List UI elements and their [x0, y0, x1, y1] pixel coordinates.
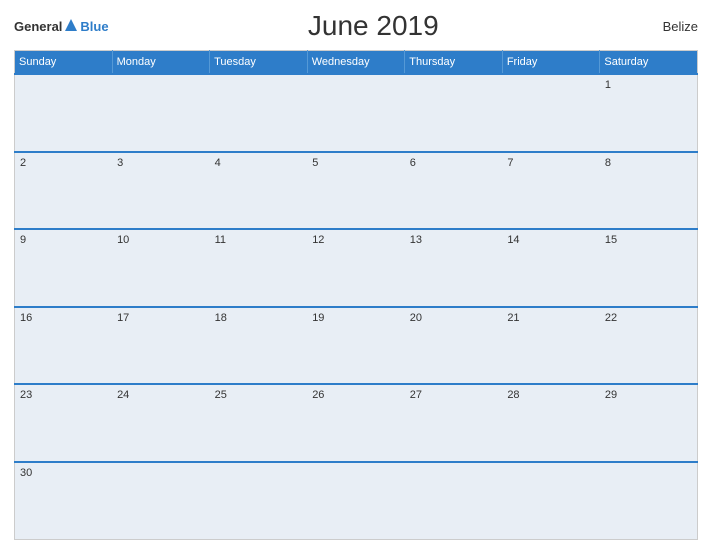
day-number: 10 — [117, 234, 129, 246]
calendar-cell: 4 — [210, 152, 308, 230]
calendar-cell — [112, 74, 210, 152]
calendar-cell: 6 — [405, 152, 503, 230]
day-number: 27 — [410, 389, 422, 401]
calendar-cell: 27 — [405, 384, 503, 462]
calendar-cell — [405, 74, 503, 152]
day-number: 11 — [215, 234, 226, 246]
calendar-cell: 5 — [307, 152, 405, 230]
calendar-cell: 8 — [600, 152, 698, 230]
calendar-cell — [112, 462, 210, 540]
calendar-cell — [502, 462, 600, 540]
calendar-cell: 29 — [600, 384, 698, 462]
calendar-cell: 15 — [600, 229, 698, 307]
calendar-cell: 12 — [307, 229, 405, 307]
day-number: 8 — [605, 157, 611, 169]
calendar-cell — [600, 462, 698, 540]
calendar-cell: 19 — [307, 307, 405, 385]
calendar-row: 30 — [15, 462, 698, 540]
day-number: 23 — [20, 389, 32, 401]
day-number: 1 — [605, 79, 611, 91]
calendar-cell — [502, 74, 600, 152]
col-friday: Friday — [502, 51, 600, 75]
day-number: 28 — [507, 389, 519, 401]
col-saturday: Saturday — [600, 51, 698, 75]
col-tuesday: Tuesday — [210, 51, 308, 75]
day-number: 25 — [215, 389, 227, 401]
calendar-cell: 22 — [600, 307, 698, 385]
day-number: 6 — [410, 157, 416, 169]
logo-general-text: General — [14, 20, 62, 33]
calendar-row: 9 10 11 12 13 14 15 — [15, 229, 698, 307]
calendar-cell: 24 — [112, 384, 210, 462]
calendar-cell — [210, 74, 308, 152]
calendar-cell: 11 — [210, 229, 308, 307]
day-number: 15 — [605, 234, 617, 246]
day-number: 14 — [507, 234, 519, 246]
day-number: 22 — [605, 312, 617, 324]
calendar-row: 16 17 18 19 20 21 22 — [15, 307, 698, 385]
calendar-row: 1 — [15, 74, 698, 152]
calendar-cell: 28 — [502, 384, 600, 462]
calendar-cell: 20 — [405, 307, 503, 385]
calendar-title: June 2019 — [109, 10, 638, 42]
day-number: 30 — [20, 467, 32, 479]
calendar-cell: 25 — [210, 384, 308, 462]
header: General Blue June 2019 Belize — [14, 10, 698, 42]
calendar-cell: 30 — [15, 462, 113, 540]
day-number: 17 — [117, 312, 129, 324]
calendar-cell: 1 — [600, 74, 698, 152]
logo-blue-text: Blue — [80, 20, 108, 33]
calendar-cell: 18 — [210, 307, 308, 385]
calendar-cell — [15, 74, 113, 152]
calendar-cell: 3 — [112, 152, 210, 230]
day-number: 2 — [20, 157, 26, 169]
day-number: 13 — [410, 234, 422, 246]
calendar-cell: 16 — [15, 307, 113, 385]
calendar-cell: 13 — [405, 229, 503, 307]
calendar-cell: 7 — [502, 152, 600, 230]
calendar-cell — [210, 462, 308, 540]
day-number: 5 — [312, 157, 318, 169]
calendar-cell: 9 — [15, 229, 113, 307]
calendar-header-row: Sunday Monday Tuesday Wednesday Thursday… — [15, 51, 698, 75]
calendar-cell: 26 — [307, 384, 405, 462]
day-number: 3 — [117, 157, 123, 169]
calendar-row: 2 3 4 5 6 7 8 — [15, 152, 698, 230]
calendar-cell: 17 — [112, 307, 210, 385]
calendar-row: 23 24 25 26 27 28 29 — [15, 384, 698, 462]
day-number: 26 — [312, 389, 324, 401]
calendar-table: Sunday Monday Tuesday Wednesday Thursday… — [14, 50, 698, 540]
day-number: 19 — [312, 312, 324, 324]
day-number: 16 — [20, 312, 32, 324]
day-number: 24 — [117, 389, 129, 401]
calendar-cell — [405, 462, 503, 540]
country-label: Belize — [638, 19, 698, 34]
logo-icon — [63, 17, 79, 33]
col-sunday: Sunday — [15, 51, 113, 75]
calendar-cell — [307, 462, 405, 540]
col-thursday: Thursday — [405, 51, 503, 75]
col-wednesday: Wednesday — [307, 51, 405, 75]
calendar-page: General Blue June 2019 Belize Sunday Mon… — [0, 0, 712, 550]
calendar-cell — [307, 74, 405, 152]
calendar-cell: 2 — [15, 152, 113, 230]
day-number: 9 — [20, 234, 26, 246]
day-number: 20 — [410, 312, 422, 324]
col-monday: Monday — [112, 51, 210, 75]
logo: General Blue — [14, 18, 109, 34]
day-number: 12 — [312, 234, 324, 246]
day-number: 7 — [507, 157, 513, 169]
day-number: 29 — [605, 389, 617, 401]
day-number: 4 — [215, 157, 221, 169]
day-number: 18 — [215, 312, 227, 324]
calendar-cell: 23 — [15, 384, 113, 462]
calendar-cell: 14 — [502, 229, 600, 307]
day-number: 21 — [507, 312, 519, 324]
calendar-cell: 10 — [112, 229, 210, 307]
calendar-cell: 21 — [502, 307, 600, 385]
